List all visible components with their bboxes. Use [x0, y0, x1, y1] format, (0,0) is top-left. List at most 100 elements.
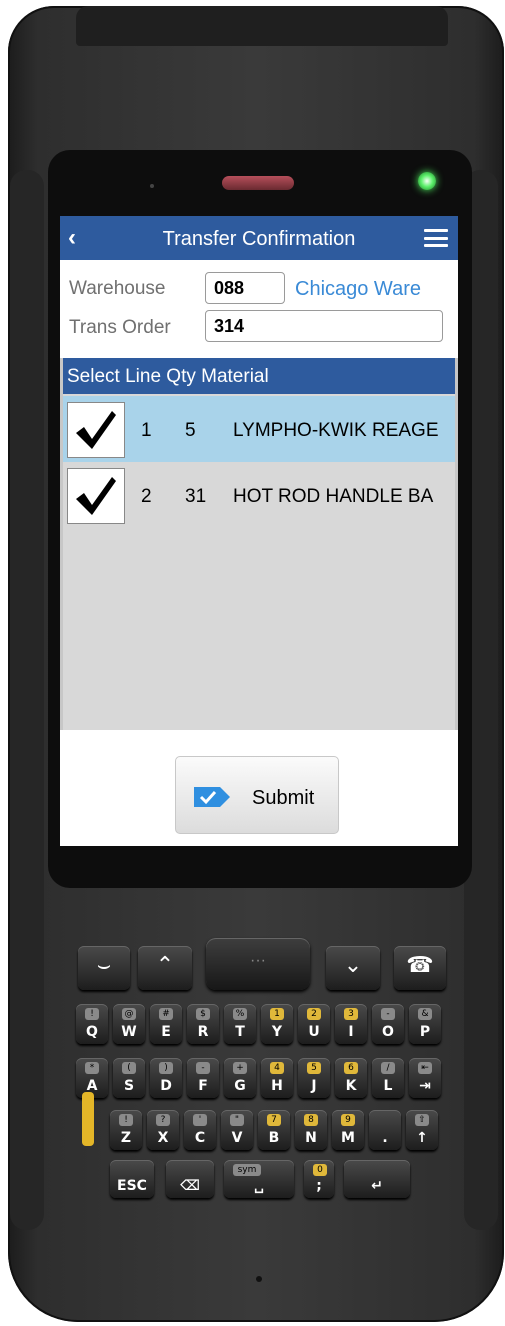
key-secondary-label: ) [159, 1062, 173, 1074]
key-bottom-0[interactable]: ESC [110, 1160, 154, 1198]
key-z-row3-0[interactable]: ! Z [110, 1110, 142, 1150]
key-secondary-label: 1 [270, 1008, 284, 1020]
key-u-row1-6[interactable]: 2U [298, 1004, 330, 1044]
key-main-label: H [271, 1078, 283, 1094]
key-e-row1-2[interactable]: # E [150, 1004, 182, 1044]
key-x-row3-1[interactable]: ? X [147, 1110, 179, 1150]
key-t-row1-4[interactable]: % T [224, 1004, 256, 1044]
key-main-label: ⇥ [419, 1078, 431, 1094]
key-main-label: M [341, 1130, 355, 1146]
key-o-row1-8[interactable]: -O [372, 1004, 404, 1044]
key-bottom-2[interactable]: sym ␣ [224, 1160, 294, 1198]
key-l-row2-8[interactable]: / L [372, 1058, 404, 1098]
key-secondary-label: * [85, 1062, 99, 1074]
key-main-label: Q [86, 1024, 98, 1040]
key-main-label: ↑ [416, 1130, 428, 1146]
key-main-label: V [231, 1130, 243, 1146]
key-bottom-4[interactable]: ↵ [344, 1160, 410, 1198]
key-secondary-label: - [196, 1062, 210, 1074]
key-main-label: I [348, 1024, 354, 1040]
key-f-row2-3[interactable]: -F [187, 1058, 219, 1098]
key-secondary-label: $ [196, 1008, 210, 1020]
key-main-label: B [268, 1130, 280, 1146]
scroll-up-key-icon[interactable]: ⌃ [138, 946, 192, 990]
key-m-row3-6[interactable]: 9M [332, 1110, 364, 1150]
key-g-row2-4[interactable]: + G [224, 1058, 256, 1098]
key-bottom-3[interactable]: 0; [304, 1160, 334, 1198]
key-main-label: K [345, 1078, 357, 1094]
key-main-label: T [235, 1024, 245, 1040]
key-secondary-label: 3 [344, 1008, 358, 1020]
key-main-label: F [198, 1078, 208, 1094]
key-secondary-label: 8 [304, 1114, 318, 1126]
key-secondary-label: 4 [270, 1062, 284, 1074]
key-secondary-label: " [230, 1114, 244, 1126]
key-s-row2-1[interactable]: (S [113, 1058, 145, 1098]
key-secondary-label: # [159, 1008, 173, 1020]
key-j-row2-6[interactable]: 5J [298, 1058, 330, 1098]
key-main-label: ⌫ [180, 1178, 200, 1194]
key-main-label: ␣ [253, 1178, 265, 1194]
key-secondary-label: sym [233, 1164, 261, 1176]
key-main-label: P [419, 1024, 431, 1040]
key-main-label: E [161, 1024, 171, 1040]
key-secondary-label: ! [119, 1114, 133, 1126]
key-v-row3-3[interactable]: " V [221, 1110, 253, 1150]
key-h-row2-5[interactable]: 4H [261, 1058, 293, 1098]
key--row3-7[interactable]: . [369, 1110, 401, 1150]
key-main-label: C [194, 1130, 206, 1146]
call-key-icon[interactable]: ⌣ [78, 946, 130, 990]
key-main-label: L [383, 1078, 393, 1094]
key-main-label: N [305, 1130, 317, 1146]
key-r-row1-3[interactable]: $ R [187, 1004, 219, 1044]
key-secondary-label: + [233, 1062, 247, 1074]
nav-center-key[interactable]: ··· [206, 938, 310, 990]
key-secondary-label: 7 [267, 1114, 281, 1126]
key-k-row2-7[interactable]: 6K [335, 1058, 367, 1098]
key-c-row3-2[interactable]: ' C [184, 1110, 216, 1150]
key-y-row1-5[interactable]: 1Y [261, 1004, 293, 1044]
key-p-row1-9[interactable]: & P [409, 1004, 441, 1044]
key-main-label: Z [120, 1130, 132, 1146]
key-i-row1-7[interactable]: 3I [335, 1004, 367, 1044]
key-main-label: G [234, 1078, 246, 1094]
key-secondary-label: ⇧ [415, 1114, 429, 1126]
key-main-label: U [308, 1024, 320, 1040]
key-main-label: X [157, 1130, 169, 1146]
key-secondary-label: 2 [307, 1008, 321, 1020]
key-secondary-label: ' [193, 1114, 207, 1126]
key-n-row3-5[interactable]: 8N [295, 1110, 327, 1150]
key-secondary-label: ! [85, 1008, 99, 1020]
shift-indicator [82, 1092, 94, 1146]
key-secondary-label: & [418, 1008, 432, 1020]
key-secondary-label: - [381, 1008, 395, 1020]
hardware-keypad: ⌣ ⌃ ··· ⌄ ☎ ! Q @ W # E $ R% T 1 Y 2 U 3 I - O & P * A(S) D -… [0, 0, 505, 1326]
key-main-label: J [311, 1078, 317, 1094]
key-main-label: S [123, 1078, 135, 1094]
key-main-label: ; [316, 1178, 322, 1194]
key-main-label: D [160, 1078, 172, 1094]
key-secondary-label: % [233, 1008, 247, 1020]
key-secondary-label: ? [156, 1114, 170, 1126]
key--row2-9[interactable]: ⇤ ⇥ [409, 1058, 441, 1098]
key-main-label: Y [271, 1024, 283, 1040]
key-main-label: O [382, 1024, 394, 1040]
key-secondary-label: 9 [341, 1114, 355, 1126]
key-main-label: ESC [117, 1178, 147, 1194]
key-bottom-1[interactable]: ⌫ [166, 1160, 214, 1198]
scroll-down-key-icon[interactable]: ⌄ [326, 946, 380, 990]
key-b-row3-4[interactable]: 7B [258, 1110, 290, 1150]
key-main-label: R [197, 1024, 209, 1040]
key--row3-8[interactable]: ⇧ ↑ [406, 1110, 438, 1150]
key-q-row1-0[interactable]: ! Q [76, 1004, 108, 1044]
end-call-key-icon[interactable]: ☎ [394, 946, 446, 990]
key-secondary-label: 0 [313, 1164, 327, 1176]
key-main-label: W [121, 1024, 137, 1040]
key-secondary-label: 5 [307, 1062, 321, 1074]
key-secondary-label: 6 [344, 1062, 358, 1074]
key-secondary-label: ⇤ [418, 1062, 432, 1074]
key-d-row2-2[interactable]: ) D [150, 1058, 182, 1098]
device-bottom-dot [256, 1276, 262, 1282]
key-w-row1-1[interactable]: @ W [113, 1004, 145, 1044]
key-main-label: . [382, 1130, 388, 1146]
